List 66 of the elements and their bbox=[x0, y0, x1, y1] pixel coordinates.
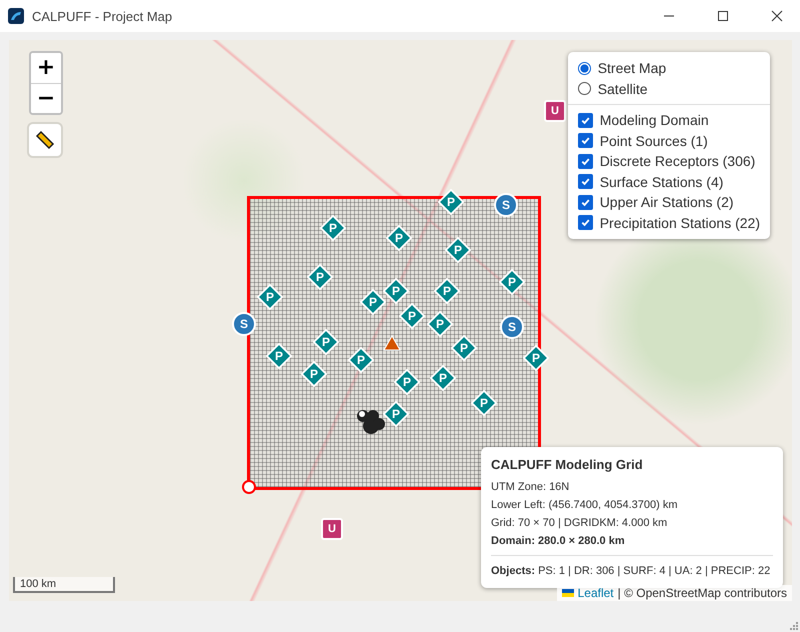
precipitation-station-marker[interactable]: P bbox=[307, 264, 333, 290]
measure-button[interactable] bbox=[29, 124, 61, 156]
precipitation-station-marker[interactable]: P bbox=[266, 343, 292, 369]
precipitation-station-marker[interactable]: P bbox=[471, 390, 497, 416]
precipitation-station-marker[interactable]: P bbox=[445, 237, 471, 263]
layer-label: Upper Air Stations (2) bbox=[600, 194, 734, 210]
layer-checkbox[interactable] bbox=[578, 194, 593, 210]
maximize-icon[interactable] bbox=[717, 10, 729, 22]
info-line: Lower Left: (456.7400, 4054.3700) km bbox=[491, 498, 679, 513]
flag-icon bbox=[562, 589, 574, 597]
precipitation-station-marker[interactable]: P bbox=[523, 345, 549, 371]
scale-bar: 100 km bbox=[13, 577, 115, 593]
precipitation-station-marker[interactable]: P bbox=[320, 215, 346, 241]
checkmark-icon bbox=[580, 217, 591, 228]
checkmark-icon bbox=[580, 176, 591, 188]
precipitation-station-marker[interactable]: P bbox=[360, 289, 386, 315]
layer-label: Modeling Domain bbox=[600, 112, 709, 128]
layer-label: Point Sources (1) bbox=[600, 132, 708, 149]
checkmark-icon bbox=[580, 135, 591, 146]
layer-checkbox[interactable] bbox=[578, 215, 593, 230]
objects-summary: Objects: PS: 1 | DR: 306 | SURF: 4 | UA: 2 | PRECIP: 22 bbox=[491, 564, 772, 579]
info-line: Domain: 280.0 × 280.0 km bbox=[491, 534, 626, 549]
precipitation-station-marker[interactable]: P bbox=[399, 303, 425, 329]
checkmark-icon bbox=[580, 196, 591, 208]
layer-checkbox[interactable] bbox=[578, 112, 593, 128]
layer-label: Discrete Receptors (306) bbox=[600, 153, 756, 170]
precipitation-station-marker[interactable]: P bbox=[257, 284, 283, 310]
layer-label: Surface Stations (4) bbox=[600, 174, 724, 190]
precipitation-station-marker[interactable]: P bbox=[451, 335, 477, 361]
precipitation-station-marker[interactable]: P bbox=[434, 278, 460, 304]
layer-radio[interactable] bbox=[578, 82, 591, 96]
upper-air-station-marker[interactable]: U bbox=[544, 100, 566, 122]
info-line: UTM Zone: 16N bbox=[491, 480, 570, 495]
layer-radio[interactable] bbox=[578, 62, 591, 75]
precipitation-station-marker[interactable]: P bbox=[383, 278, 409, 304]
layer-label: Street Map bbox=[598, 60, 666, 76]
precipitation-station-marker[interactable]: P bbox=[427, 311, 453, 337]
info-line: Grid: 70 × 70 | DGRIDKM: 4.000 km bbox=[491, 516, 668, 531]
checkmark-icon bbox=[580, 156, 591, 167]
app-icon bbox=[8, 8, 24, 24]
precipitation-station-marker[interactable]: P bbox=[394, 369, 420, 395]
point-source-marker[interactable] bbox=[383, 335, 401, 351]
precipitation-station-marker[interactable]: P bbox=[301, 361, 327, 387]
attribution-text: | © OpenStreetMap contributors bbox=[618, 586, 787, 600]
info-title: CALPUFF Modeling Grid bbox=[491, 457, 644, 472]
checkmark-icon bbox=[580, 114, 591, 126]
window-title: CALPUFF - Project Map bbox=[32, 8, 172, 24]
precipitation-station-marker[interactable]: P bbox=[499, 269, 525, 295]
layer-checkbox[interactable] bbox=[578, 154, 593, 169]
layer-checkbox[interactable] bbox=[578, 174, 593, 190]
precipitation-station-marker[interactable]: P bbox=[386, 225, 412, 251]
layer-label: Satellite bbox=[598, 80, 648, 97]
layer-checkbox[interactable] bbox=[578, 133, 593, 148]
upper-air-station-marker[interactable]: U bbox=[321, 518, 343, 540]
receptor-cluster-marker[interactable] bbox=[357, 408, 387, 436]
leaflet-link[interactable]: Leaflet bbox=[578, 586, 614, 600]
precipitation-station-marker[interactable]: P bbox=[438, 189, 464, 215]
layer-label: Precipitation Stations (22) bbox=[600, 214, 760, 231]
precipitation-station-marker[interactable]: P bbox=[430, 365, 456, 391]
close-icon[interactable] bbox=[771, 10, 783, 22]
precipitation-station-marker[interactable]: P bbox=[313, 329, 339, 355]
precipitation-station-marker[interactable]: P bbox=[348, 347, 374, 373]
resize-grip-icon[interactable] bbox=[790, 622, 798, 630]
precipitation-station-marker[interactable]: P bbox=[383, 401, 409, 427]
zoom-out-button[interactable]: − bbox=[31, 83, 61, 113]
ruler-icon bbox=[33, 128, 57, 152]
